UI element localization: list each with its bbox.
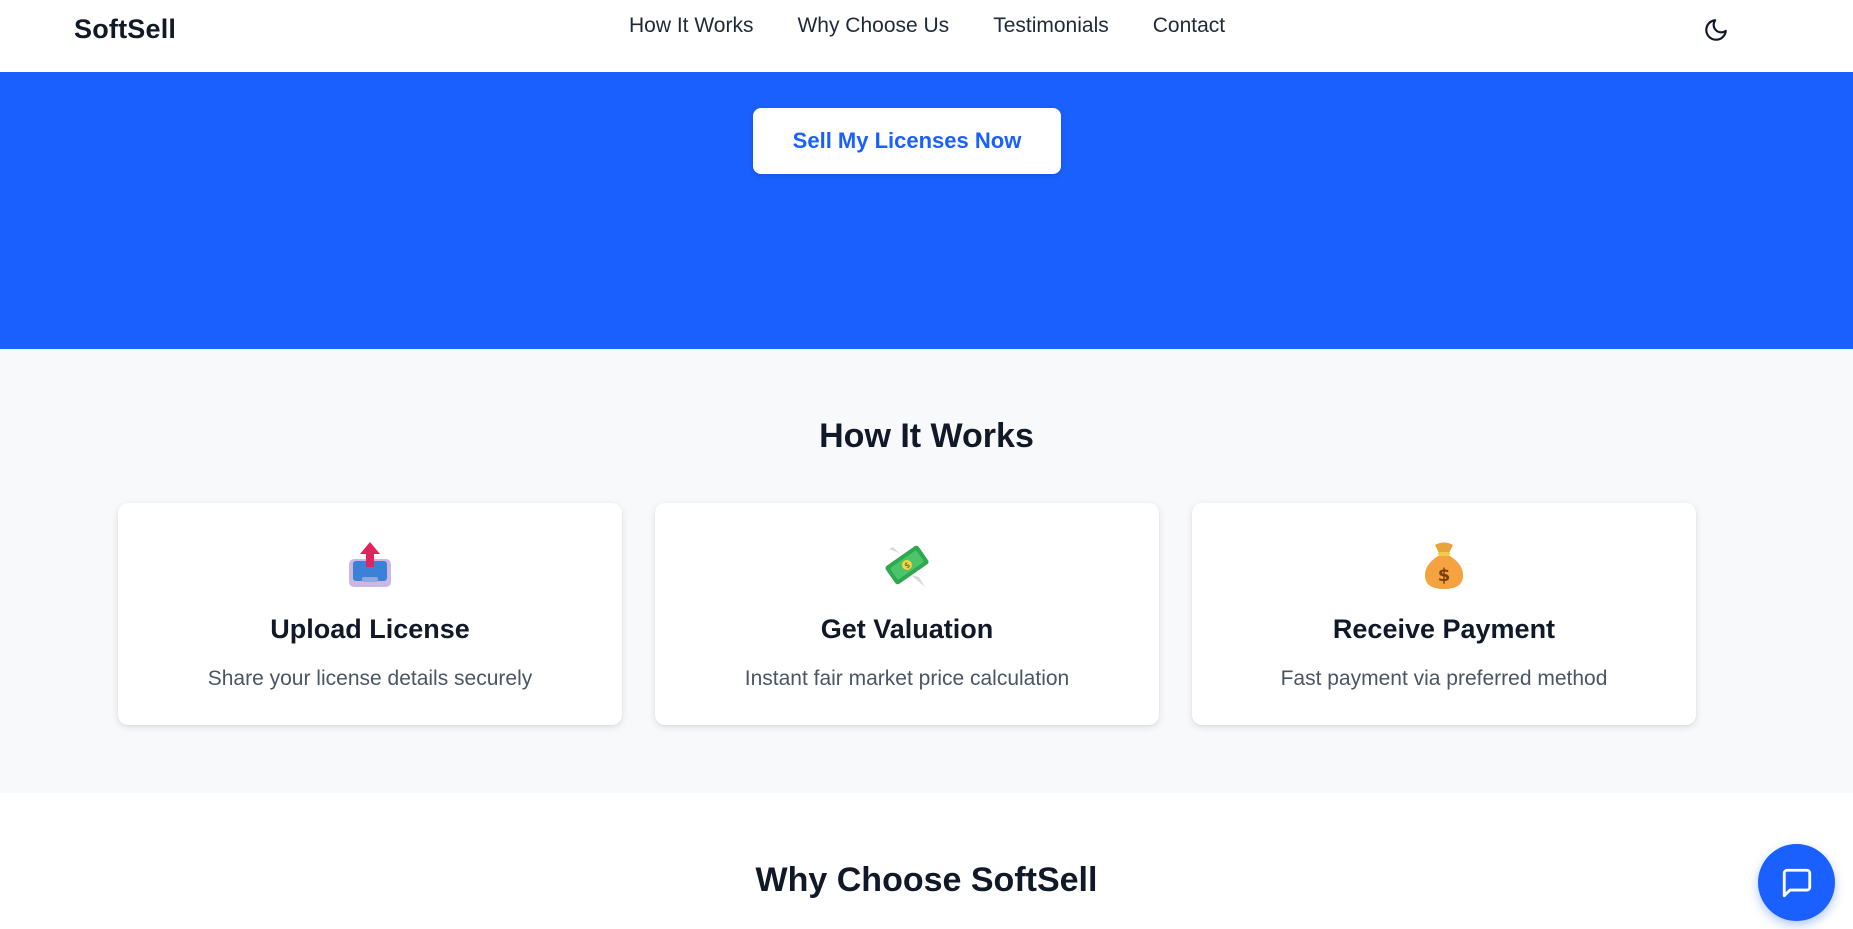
nav-link-how-it-works[interactable]: How It Works [629, 14, 753, 38]
nav-link-contact[interactable]: Contact [1153, 14, 1225, 38]
chat-bubble-icon [1782, 868, 1811, 897]
how-it-works-section: How It Works Upload License Share your l… [0, 349, 1853, 793]
step-card-upload: Upload License Share your license detail… [118, 503, 622, 725]
money-bag-icon: $ [1424, 542, 1464, 589]
svg-text:$: $ [1438, 565, 1451, 586]
brand-logo[interactable]: SoftSell [74, 14, 176, 45]
upload-inbox-icon [349, 542, 391, 587]
step-card-valuation: $ Get Valuation Instant fair market pric… [655, 503, 1159, 725]
step-title: Upload License [270, 614, 470, 644]
nav-link-why-choose-us[interactable]: Why Choose Us [797, 14, 949, 38]
step-description: Instant fair market price calculation [744, 667, 1070, 690]
moon-icon [1705, 19, 1727, 41]
why-choose-section: Why Choose SoftSell [0, 793, 1853, 929]
section-title-why-choose: Why Choose SoftSell [755, 861, 1098, 899]
navbar: SoftSell How It Works Why Choose Us Test… [0, 0, 1853, 72]
money-with-wings-icon: $ [885, 545, 929, 587]
step-description: Fast payment via preferred method [1280, 667, 1608, 690]
step-description: Share your license details securely [207, 667, 533, 690]
step-card-payment: $ Receive Payment Fast payment via prefe… [1192, 503, 1696, 725]
chat-button[interactable] [1758, 844, 1835, 921]
nav-links: How It Works Why Choose Us Testimonials … [629, 14, 1225, 38]
step-title: Receive Payment [1332, 614, 1556, 644]
hero-section: Sell My Licenses Now [0, 72, 1853, 349]
theme-toggle-button[interactable] [1700, 14, 1732, 46]
section-title-how-it-works: How It Works [819, 417, 1034, 455]
step-title: Get Valuation [820, 614, 994, 644]
nav-link-testimonials[interactable]: Testimonials [993, 14, 1109, 38]
sell-licenses-button[interactable]: Sell My Licenses Now [753, 108, 1061, 174]
